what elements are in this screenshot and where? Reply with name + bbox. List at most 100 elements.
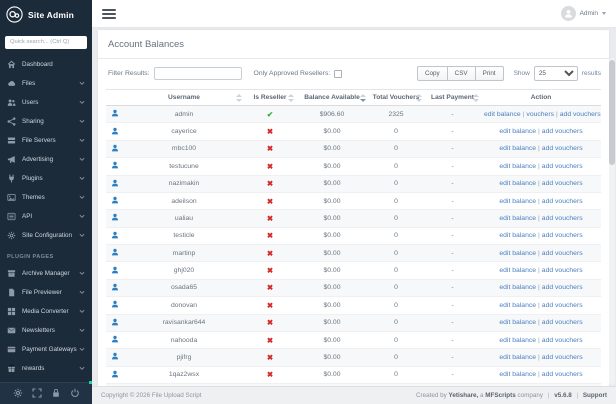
edit-balance-link[interactable]: edit balance bbox=[499, 232, 536, 239]
copy-button[interactable]: Copy bbox=[417, 66, 448, 81]
edit-balance-link[interactable]: edit balance bbox=[499, 180, 536, 187]
print-button[interactable]: Print bbox=[475, 66, 504, 81]
balance-cell: $0.00 bbox=[296, 366, 368, 383]
vertical-scrollbar[interactable] bbox=[609, 58, 615, 385]
sidebar-item-file-previewer[interactable]: File Previewer bbox=[0, 283, 92, 302]
sidebar-item-rewards[interactable]: rewards bbox=[0, 359, 92, 378]
edit-balance-link[interactable]: edit balance bbox=[499, 250, 536, 257]
add-vouchers-link[interactable]: add vouchers bbox=[542, 371, 583, 378]
last-payment-cell: - bbox=[424, 106, 481, 123]
sidebar-item-advertising[interactable]: Advertising bbox=[0, 150, 92, 169]
username-cell[interactable]: testucune bbox=[124, 158, 244, 175]
add-vouchers-link[interactable]: add vouchers bbox=[542, 163, 583, 170]
username-cell[interactable]: ghj020 bbox=[124, 262, 244, 279]
edit-balance-link[interactable]: edit balance bbox=[499, 215, 536, 222]
edit-balance-link[interactable]: edit balance bbox=[499, 284, 536, 291]
column-header-last-payment[interactable]: Last Payment bbox=[424, 90, 481, 106]
user-menu[interactable]: Admin bbox=[561, 6, 606, 21]
sidebar-item-newsletters[interactable]: Newsletters bbox=[0, 321, 92, 340]
sidebar-item-file-servers[interactable]: File Servers bbox=[0, 131, 92, 150]
power-icon[interactable] bbox=[70, 385, 80, 403]
sidebar-item-site-configuration[interactable]: Site Configuration bbox=[0, 226, 92, 245]
sidebar-item-users[interactable]: Users bbox=[0, 93, 92, 112]
support-link[interactable]: Support bbox=[583, 392, 607, 399]
expand-icon[interactable] bbox=[32, 385, 42, 403]
username-cell[interactable]: testicle bbox=[124, 227, 244, 244]
edit-balance-link[interactable]: edit balance bbox=[499, 337, 536, 344]
sidebar-item-sharing[interactable]: Sharing bbox=[0, 112, 92, 131]
add-vouchers-link[interactable]: add vouchers bbox=[542, 198, 583, 205]
edit-balance-link[interactable]: edit balance bbox=[499, 198, 536, 205]
user-icon-column-header bbox=[106, 90, 124, 106]
vouchers-link[interactable]: vouchers bbox=[526, 111, 554, 118]
username-cell[interactable]: pjifrg bbox=[124, 349, 244, 366]
add-vouchers-link[interactable]: add vouchers bbox=[542, 250, 583, 257]
add-vouchers-link[interactable]: add vouchers bbox=[542, 354, 583, 361]
sidebar-item-dashboard[interactable]: Dashboard bbox=[0, 55, 92, 74]
gear-icon[interactable] bbox=[13, 385, 23, 403]
yetishare-link[interactable]: Yetishare, bbox=[449, 392, 479, 399]
sidebar-item-payment-gateways[interactable]: Payment Gateways bbox=[0, 340, 92, 359]
menu-toggle-icon[interactable] bbox=[102, 7, 116, 21]
status-dot bbox=[89, 381, 92, 384]
username-cell[interactable]: admin bbox=[124, 106, 244, 123]
last-payment-cell: - bbox=[424, 175, 481, 192]
username-cell[interactable]: cayerice bbox=[124, 123, 244, 140]
edit-balance-link[interactable]: edit balance bbox=[499, 267, 536, 274]
username-cell[interactable]: nahooda bbox=[124, 331, 244, 348]
username-cell[interactable]: martinp bbox=[124, 245, 244, 262]
add-vouchers-link[interactable]: add vouchers bbox=[542, 284, 583, 291]
approved-resellers-checkbox[interactable] bbox=[334, 70, 342, 78]
add-vouchers-link[interactable]: add vouchers bbox=[542, 267, 583, 274]
edit-balance-link[interactable]: edit balance bbox=[499, 145, 536, 152]
add-vouchers-link[interactable]: add vouchers bbox=[560, 111, 601, 118]
column-header-balance-available[interactable]: Balance Available bbox=[296, 90, 368, 106]
add-vouchers-link[interactable]: add vouchers bbox=[542, 180, 583, 187]
lock-icon[interactable] bbox=[51, 385, 61, 403]
username-cell[interactable]: osada65 bbox=[124, 279, 244, 296]
edit-balance-link[interactable]: edit balance bbox=[499, 302, 536, 309]
add-vouchers-link[interactable]: add vouchers bbox=[542, 319, 583, 326]
sidebar-item-archive-manager[interactable]: Archive Manager bbox=[0, 264, 92, 283]
sidebar-item-themes[interactable]: Themes bbox=[0, 188, 92, 207]
username-cell[interactable]: adeilson bbox=[124, 192, 244, 209]
username-cell[interactable]: nazimakin bbox=[124, 175, 244, 192]
sidebar-item-plugins[interactable]: Plugins bbox=[0, 169, 92, 188]
column-header-username[interactable]: Username bbox=[124, 90, 244, 106]
add-vouchers-link[interactable]: add vouchers bbox=[542, 337, 583, 344]
edit-balance-link[interactable]: edit balance bbox=[499, 354, 536, 361]
add-vouchers-link[interactable]: add vouchers bbox=[542, 232, 583, 239]
add-vouchers-link[interactable]: add vouchers bbox=[542, 145, 583, 152]
is-reseller-cell: ✖ bbox=[244, 366, 296, 383]
username-cell[interactable]: ualiau bbox=[124, 210, 244, 227]
chevron-down-icon bbox=[79, 175, 85, 181]
add-vouchers-link[interactable]: add vouchers bbox=[542, 215, 583, 222]
add-vouchers-link[interactable]: add vouchers bbox=[542, 128, 583, 135]
edit-balance-link[interactable]: edit balance bbox=[499, 319, 536, 326]
username-cell[interactable]: donovan bbox=[124, 297, 244, 314]
total-vouchers-cell: 0 bbox=[368, 175, 424, 192]
username-cell[interactable]: ravisankar644 bbox=[124, 314, 244, 331]
scrollbar-thumb[interactable] bbox=[609, 60, 615, 165]
sidebar-item-api[interactable]: API bbox=[0, 207, 92, 226]
cross-icon: ✖ bbox=[267, 127, 273, 136]
page-size-select[interactable]: 25 bbox=[534, 66, 578, 81]
edit-balance-link[interactable]: edit balance bbox=[499, 128, 536, 135]
username-cell[interactable]: 1qaz2wsx bbox=[124, 366, 244, 383]
sidebar-item-media-converter[interactable]: Media Converter bbox=[0, 302, 92, 321]
quick-search-input[interactable] bbox=[5, 36, 87, 49]
username-cell[interactable]: mbc100 bbox=[124, 140, 244, 157]
mfscripts-link[interactable]: MFScripts bbox=[485, 392, 515, 399]
logo[interactable]: Site Admin bbox=[0, 0, 92, 27]
add-vouchers-link[interactable]: add vouchers bbox=[542, 302, 583, 309]
edit-balance-link[interactable]: edit balance bbox=[484, 111, 521, 118]
sidebar-item-files[interactable]: Files bbox=[0, 74, 92, 93]
column-header-is-reseller[interactable]: Is Reseller bbox=[244, 90, 296, 106]
csv-button[interactable]: CSV bbox=[447, 66, 476, 81]
plug-icon bbox=[7, 174, 16, 183]
action-cell: edit balance|vouchers|add vouchers bbox=[481, 106, 601, 123]
column-header-total-vouchers[interactable]: Total Vouchers bbox=[368, 90, 424, 106]
edit-balance-link[interactable]: edit balance bbox=[499, 371, 536, 378]
edit-balance-link[interactable]: edit balance bbox=[499, 163, 536, 170]
filter-results-input[interactable] bbox=[154, 67, 242, 80]
